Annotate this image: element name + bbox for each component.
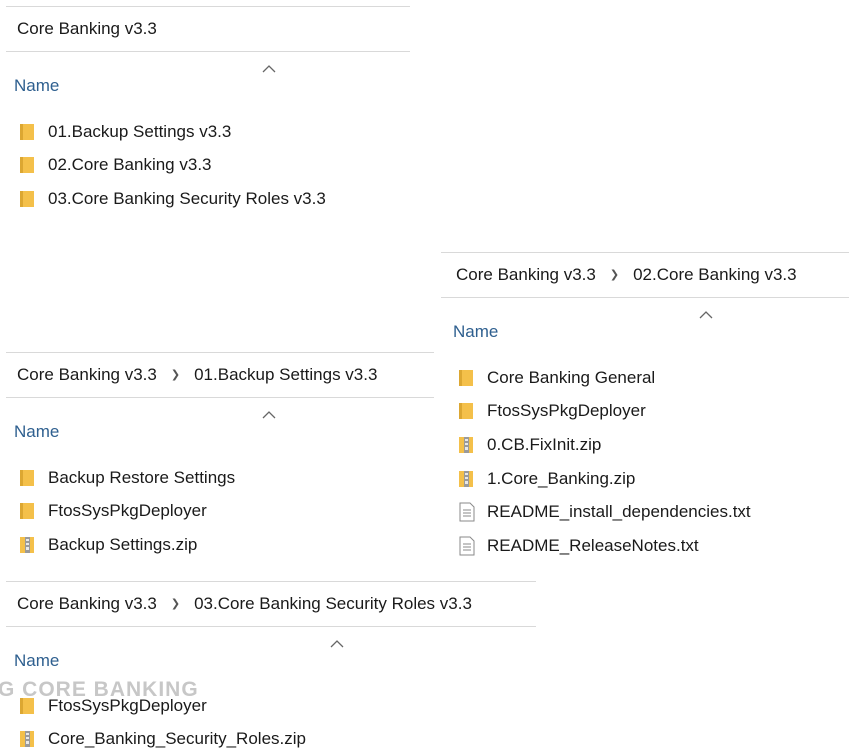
sort-ascending-icon xyxy=(262,411,276,419)
explorer-panel-backup-settings: Core Banking v3.3 ❯ 01.Backup Settings v… xyxy=(6,352,434,564)
zip-folder-icon xyxy=(18,729,38,749)
name-column-header[interactable]: Name xyxy=(14,76,59,96)
breadcrumb-segment[interactable]: Core Banking v3.3 xyxy=(17,19,157,39)
list-item[interactable]: FtosSysPkgDeployer xyxy=(18,689,306,723)
folder-icon xyxy=(457,368,477,388)
folder-icon xyxy=(18,189,38,209)
item-name: README_install_dependencies.txt xyxy=(487,502,751,522)
chevron-right-icon[interactable]: ❯ xyxy=(171,368,180,381)
item-name: 02.Core Banking v3.3 xyxy=(48,155,212,175)
file-list: Core Banking General FtosSysPkgDeployer … xyxy=(457,361,751,563)
item-name: FtosSysPkgDeployer xyxy=(48,695,207,715)
file-list: Backup Restore Settings FtosSysPkgDeploy… xyxy=(18,461,235,562)
name-column-header[interactable]: Name xyxy=(14,422,59,442)
item-name: Core Banking General xyxy=(487,367,656,387)
list-item[interactable]: Backup Restore Settings xyxy=(18,461,235,495)
list-item[interactable]: Core Banking General xyxy=(457,361,751,395)
folder-icon xyxy=(18,696,38,716)
sort-ascending-icon xyxy=(262,65,276,73)
item-name: Backup Restore Settings xyxy=(48,467,236,487)
sort-ascending-icon xyxy=(330,640,344,648)
item-name: 0.CB.FixInit.zip xyxy=(487,434,602,454)
folder-icon xyxy=(457,401,477,421)
breadcrumb-segment[interactable]: 03.Core Banking Security Roles v3.3 xyxy=(194,594,472,614)
zip-folder-icon xyxy=(457,435,477,455)
list-item[interactable]: 01.Backup Settings v3.3 xyxy=(18,115,326,149)
chevron-right-icon[interactable]: ❯ xyxy=(171,597,180,610)
folder-icon xyxy=(18,501,38,521)
breadcrumb-segment[interactable]: 02.Core Banking v3.3 xyxy=(633,265,797,285)
breadcrumb-segment[interactable]: Core Banking v3.3 xyxy=(17,594,157,614)
list-item[interactable]: 0.CB.FixInit.zip xyxy=(457,428,751,462)
breadcrumb-segment[interactable]: 01.Backup Settings v3.3 xyxy=(194,365,377,385)
text-file-icon xyxy=(457,536,477,556)
list-item[interactable]: 1.Core_Banking.zip xyxy=(457,462,751,496)
item-name: README_ReleaseNotes.txt xyxy=(487,535,699,555)
list-item[interactable]: README_install_dependencies.txt xyxy=(457,495,751,529)
breadcrumb: Core Banking v3.3 ❯ 02.Core Banking v3.3 xyxy=(441,252,849,298)
list-item[interactable]: FtosSysPkgDeployer xyxy=(457,395,751,429)
breadcrumb: Core Banking v3.3 xyxy=(6,6,410,52)
folder-icon xyxy=(18,468,38,488)
item-name: FtosSysPkgDeployer xyxy=(487,401,646,421)
name-column-header[interactable]: Name xyxy=(453,322,498,342)
list-item[interactable]: 03.Core Banking Security Roles v3.3 xyxy=(18,182,326,216)
text-file-icon xyxy=(457,502,477,522)
breadcrumb: Core Banking v3.3 ❯ 01.Backup Settings v… xyxy=(6,352,434,398)
item-name: 03.Core Banking Security Roles v3.3 xyxy=(48,188,326,208)
file-list: FtosSysPkgDeployer Core_Banking_Security… xyxy=(18,689,306,756)
list-item[interactable]: Core_Banking_Security_Roles.zip xyxy=(18,723,306,756)
folder-icon xyxy=(18,122,38,142)
item-name: FtosSysPkgDeployer xyxy=(48,501,207,521)
explorer-panel-root: Core Banking v3.3 Name 01.Backup Setting… xyxy=(6,6,410,226)
file-list: 01.Backup Settings v3.3 02.Core Banking … xyxy=(18,115,326,216)
breadcrumb-segment[interactable]: Core Banking v3.3 xyxy=(456,265,596,285)
chevron-right-icon[interactable]: ❯ xyxy=(610,268,619,281)
list-item[interactable]: README_ReleaseNotes.txt xyxy=(457,529,751,563)
item-name: Backup Settings.zip xyxy=(48,534,198,554)
zip-folder-icon xyxy=(18,535,38,555)
list-item[interactable]: FtosSysPkgDeployer xyxy=(18,495,235,529)
folder-icon xyxy=(18,155,38,175)
list-item[interactable]: Backup Settings.zip xyxy=(18,528,235,562)
explorer-panel-core-banking: Core Banking v3.3 ❯ 02.Core Banking v3.3… xyxy=(441,252,849,572)
name-column-header[interactable]: Name xyxy=(14,651,59,671)
item-name: 01.Backup Settings v3.3 xyxy=(48,121,232,141)
list-item[interactable]: 02.Core Banking v3.3 xyxy=(18,149,326,183)
item-name: 1.Core_Banking.zip xyxy=(487,468,636,488)
sort-ascending-icon xyxy=(699,311,713,319)
explorer-panel-security-roles: Core Banking v3.3 ❯ 03.Core Banking Secu… xyxy=(6,581,536,755)
breadcrumb: Core Banking v3.3 ❯ 03.Core Banking Secu… xyxy=(6,581,536,627)
breadcrumb-segment[interactable]: Core Banking v3.3 xyxy=(17,365,157,385)
item-name: Core_Banking_Security_Roles.zip xyxy=(48,729,306,749)
zip-folder-icon xyxy=(457,469,477,489)
